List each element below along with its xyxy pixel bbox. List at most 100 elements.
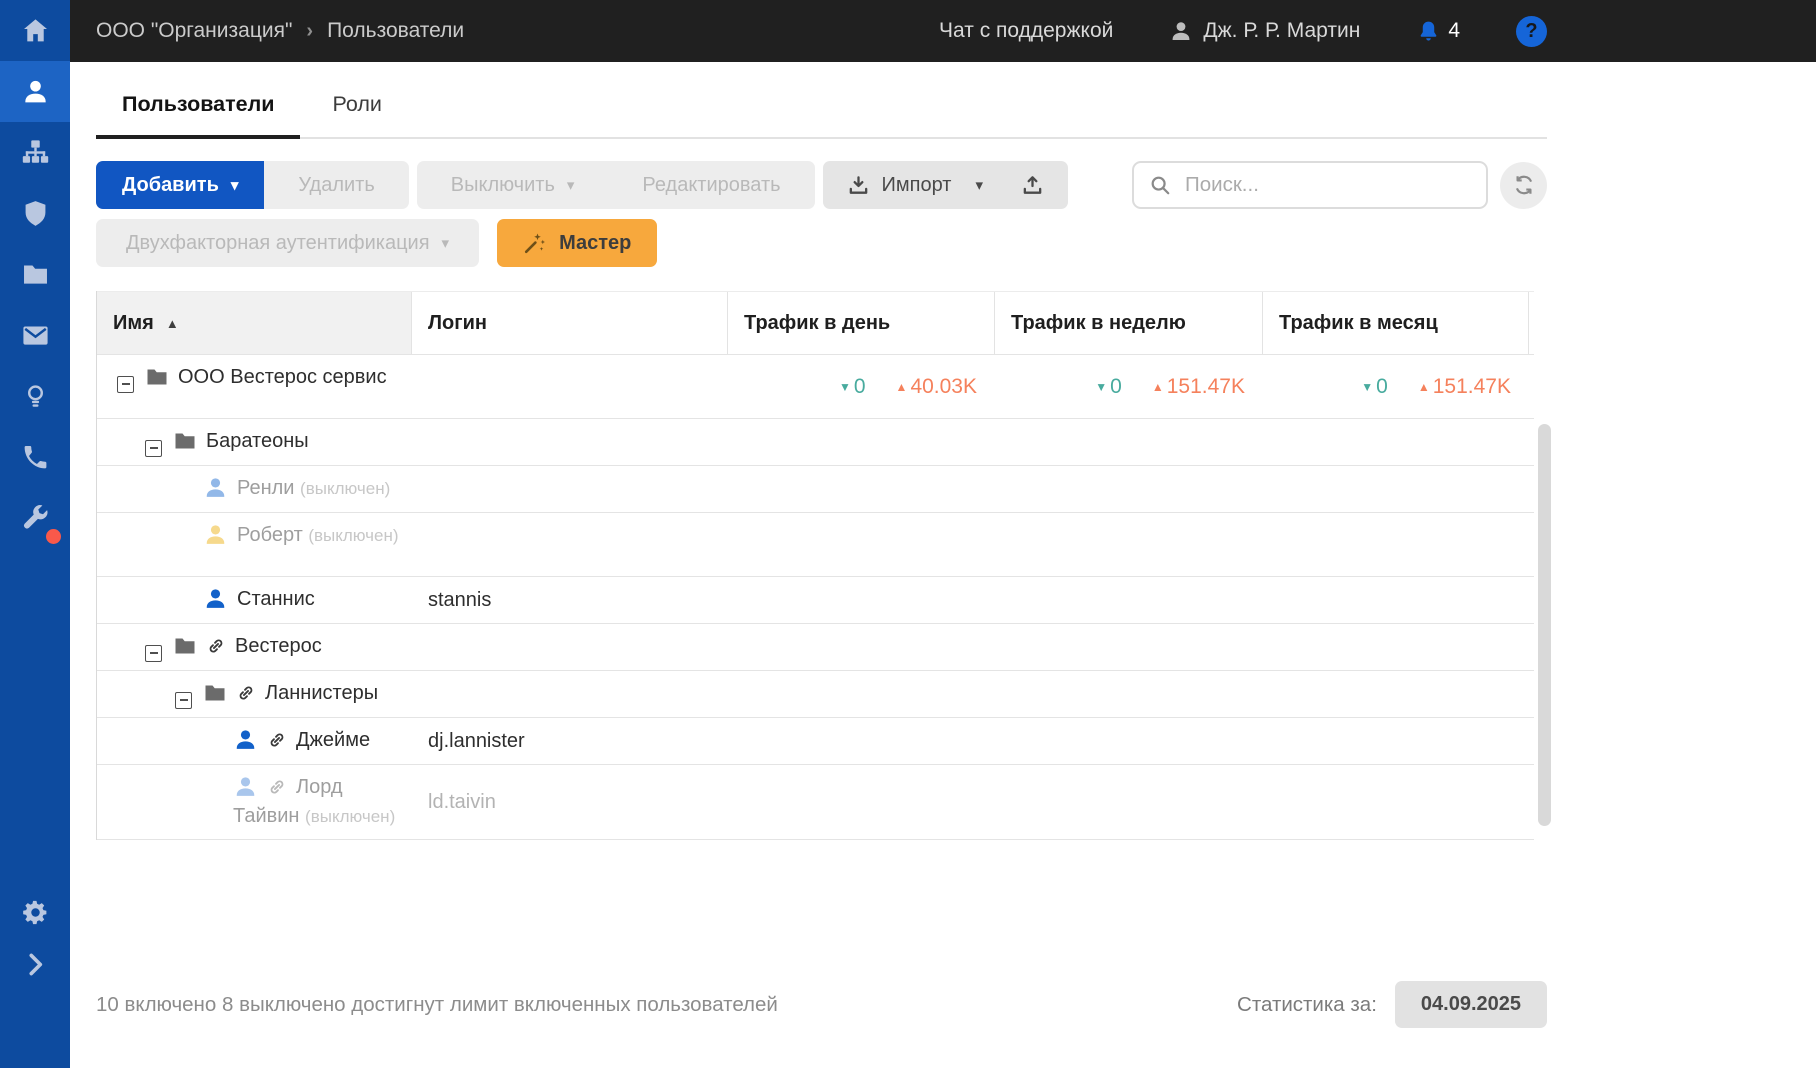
name-cell: Роберт (выключен) bbox=[97, 513, 412, 576]
login-cell: stannis bbox=[428, 588, 492, 611]
traffic-day-cell bbox=[728, 419, 995, 465]
refresh-icon bbox=[1515, 175, 1532, 195]
disable-button[interactable]: Выключить ▾ bbox=[416, 161, 609, 209]
column-header-name[interactable]: Имя ▲ bbox=[97, 292, 412, 354]
folder-icon bbox=[145, 365, 169, 389]
group-name: Вестерос bbox=[235, 635, 322, 657]
user-name: Ренли bbox=[237, 477, 295, 499]
chevron-right-icon: › bbox=[306, 19, 314, 42]
table-row[interactable]: ООО Вестерос сервис ▼ 0 ▲ 40.03K ▼ 0 ▲ 151.47K ▼ 0… bbox=[97, 354, 1534, 418]
help-button[interactable]: ? bbox=[1516, 15, 1547, 47]
link-icon bbox=[206, 636, 226, 656]
name-cell: ООО Вестерос сервис bbox=[97, 355, 412, 418]
traffic-upload: ▲ 40.03K bbox=[895, 374, 977, 398]
traffic-week-cell: ▼ 0 ▲ 151.47K bbox=[995, 355, 1263, 418]
import-button[interactable]: Импорт ▾ bbox=[822, 161, 1068, 209]
main-area: ООО "Организация" › Пользователи Чат с п… bbox=[70, 0, 1816, 1068]
support-chat-link[interactable]: Чат с поддержкой bbox=[939, 19, 1113, 43]
group-name: Ланнистеры bbox=[265, 682, 379, 704]
column-header-traffic-week[interactable]: Трафик в неделю bbox=[995, 292, 1263, 354]
tab-roles[interactable]: Роли bbox=[306, 92, 407, 139]
folder-icon bbox=[173, 634, 197, 658]
sidebar-item-settings[interactable] bbox=[0, 886, 70, 938]
table-row[interactable]: Баратеоны bbox=[97, 418, 1534, 465]
tab-users[interactable]: Пользователи bbox=[96, 92, 301, 139]
user-name: Роберт bbox=[237, 524, 303, 546]
mail-icon bbox=[22, 326, 48, 345]
arrow-down-icon: ▼ bbox=[1095, 379, 1108, 394]
statistics-date-picker[interactable]: 04.09.2025 bbox=[1394, 981, 1547, 1028]
search-box bbox=[1132, 161, 1488, 209]
master-wizard-button[interactable]: Мастер bbox=[497, 219, 658, 267]
traffic-month-cell bbox=[1263, 577, 1529, 623]
toolbar-primary: Добавить ▾ Удалить Выключить ▾ Редактиро… bbox=[96, 161, 1547, 209]
traffic-month-cell bbox=[1263, 765, 1529, 839]
traffic-week-cell bbox=[995, 419, 1263, 465]
add-button[interactable]: Добавить ▾ bbox=[96, 161, 265, 209]
disabled-label: (выключен) bbox=[300, 479, 391, 498]
sidebar-item-security[interactable] bbox=[0, 183, 70, 244]
tree-collapse-toggle[interactable] bbox=[145, 644, 162, 662]
shield-icon bbox=[25, 201, 45, 226]
user-icon bbox=[233, 727, 258, 752]
tree-collapse-toggle[interactable] bbox=[117, 375, 134, 393]
table-row[interactable]: Вестерос bbox=[97, 623, 1534, 670]
users-table: Имя ▲ Логин Трафик в день Трафик в неделю Тра… bbox=[96, 291, 1551, 840]
refresh-button[interactable] bbox=[1500, 161, 1547, 209]
traffic-day-cell bbox=[728, 671, 995, 717]
user-menu[interactable]: Дж. Р. Р. Мартин bbox=[1169, 19, 1360, 43]
notifications-button[interactable]: 4 bbox=[1416, 19, 1460, 44]
edit-button[interactable]: Редактировать bbox=[608, 161, 815, 209]
disabled-label: (выключен) bbox=[308, 526, 399, 545]
search-icon bbox=[1151, 176, 1170, 195]
sidebar-item-telephony[interactable] bbox=[0, 427, 70, 488]
folder-icon bbox=[23, 265, 47, 284]
traffic-week-cell bbox=[995, 765, 1263, 839]
sidebar-item-mail[interactable] bbox=[0, 305, 70, 366]
traffic-week-cell bbox=[995, 624, 1263, 670]
sidebar-item-structure[interactable] bbox=[0, 122, 70, 183]
tab-bar: Пользователи Роли bbox=[96, 62, 1547, 139]
caret-down-icon: ▾ bbox=[566, 177, 575, 194]
chevron-right-icon bbox=[28, 953, 42, 975]
column-header-traffic-day[interactable]: Трафик в день bbox=[728, 292, 995, 354]
name-cell: Станнис bbox=[97, 577, 412, 623]
table-row[interactable]: Джейме dj.lannister bbox=[97, 717, 1534, 764]
table-row[interactable]: Роберт (выключен) bbox=[97, 512, 1534, 576]
traffic-upload: ▲ 151.47K bbox=[1417, 374, 1511, 398]
traffic-download: ▼ 0 bbox=[1095, 374, 1122, 398]
folder-icon bbox=[203, 681, 227, 705]
table-row[interactable]: Лорд Тайвин (выключен) ld.taivin bbox=[97, 764, 1534, 840]
user-name: Джейме bbox=[296, 729, 371, 751]
user-name: Дж. Р. Р. Мартин bbox=[1203, 19, 1361, 42]
topbar-right: Чат с поддержкой Дж. Р. Р. Мартин 4 ? bbox=[939, 15, 1547, 47]
sidebar-item-tools[interactable] bbox=[0, 488, 70, 549]
table-row[interactable]: Ланнистеры bbox=[97, 670, 1534, 717]
table-row[interactable]: Ренли (выключен) bbox=[97, 465, 1534, 512]
traffic-week-cell bbox=[995, 671, 1263, 717]
caret-down-icon: ▾ bbox=[975, 177, 983, 194]
disabled-label: (выключен) bbox=[305, 807, 396, 826]
table-row[interactable]: Станнис stannis bbox=[97, 576, 1534, 623]
sidebar-item-ideas[interactable] bbox=[0, 366, 70, 427]
breadcrumb-organization[interactable]: ООО "Организация" bbox=[96, 19, 292, 43]
link-icon bbox=[236, 683, 256, 703]
column-header-login[interactable]: Логин bbox=[412, 292, 728, 354]
traffic-day-cell bbox=[728, 624, 995, 670]
sidebar-item-collapse[interactable] bbox=[0, 938, 70, 990]
tree-collapse-toggle[interactable] bbox=[175, 691, 192, 709]
vertical-scrollbar[interactable] bbox=[1538, 424, 1551, 826]
upload-icon[interactable] bbox=[1021, 174, 1044, 197]
traffic-download: ▼ 0 bbox=[838, 374, 866, 398]
sidebar-item-users[interactable] bbox=[0, 61, 70, 122]
traffic-day-cell bbox=[728, 718, 995, 764]
two-factor-button[interactable]: Двухфакторная аутентификация ▾ bbox=[96, 219, 480, 267]
delete-button[interactable]: Удалить bbox=[264, 161, 409, 209]
search-input[interactable] bbox=[1183, 172, 1471, 198]
tree-collapse-toggle[interactable] bbox=[145, 439, 162, 457]
user-icon bbox=[203, 475, 228, 500]
arrow-up-icon: ▲ bbox=[895, 379, 908, 394]
sidebar-item-home[interactable] bbox=[0, 0, 70, 61]
sidebar-item-categories[interactable] bbox=[0, 244, 70, 305]
column-header-traffic-month[interactable]: Трафик в месяц bbox=[1263, 292, 1529, 354]
